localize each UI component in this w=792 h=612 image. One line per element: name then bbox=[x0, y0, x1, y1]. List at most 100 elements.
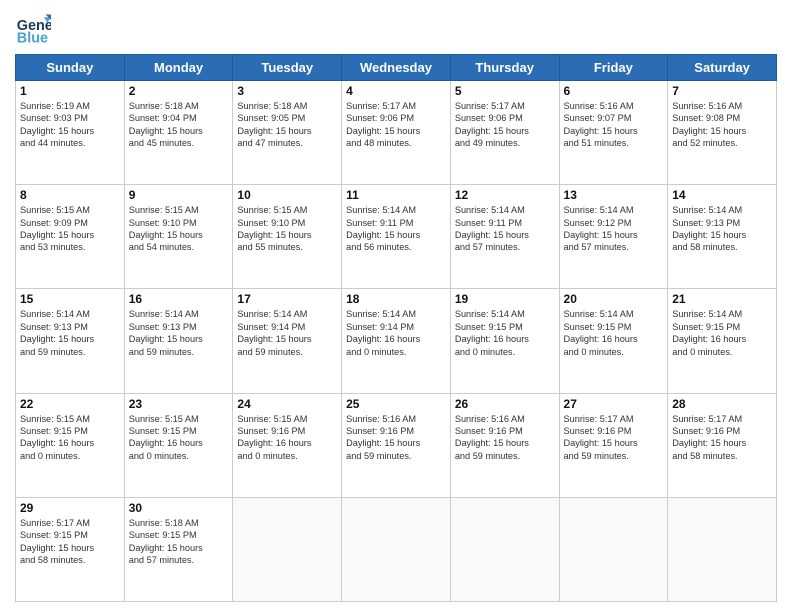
day-number: 22 bbox=[20, 397, 120, 411]
calendar-cell: 7Sunrise: 5:16 AMSunset: 9:08 PMDaylight… bbox=[668, 81, 777, 185]
cell-content: Sunrise: 5:17 AMSunset: 9:06 PMDaylight:… bbox=[455, 100, 555, 150]
calendar-cell: 11 Sunrise: 5:14 AMSunset: 9:11 PMDayligh… bbox=[342, 185, 451, 289]
week-row-4: 29Sunrise: 5:17 AMSunset: 9:15 PMDayligh… bbox=[16, 497, 777, 601]
day-number: 19 bbox=[455, 292, 555, 306]
page: General Blue SundayMondayTuesdayWednesda… bbox=[0, 0, 792, 612]
day-number: 12 bbox=[455, 188, 555, 202]
calendar-cell: 26 Sunrise: 5:16 AMSunset: 9:16 PMDayligh… bbox=[450, 393, 559, 497]
calendar-table: SundayMondayTuesdayWednesdayThursdayFrid… bbox=[15, 54, 777, 602]
calendar-cell: 21 Sunrise: 5:14 AMSunset: 9:15 PMDayligh… bbox=[668, 289, 777, 393]
header-thursday: Thursday bbox=[450, 55, 559, 81]
day-number: 25 bbox=[346, 397, 446, 411]
calendar-cell: 24 Sunrise: 5:15 AMSunset: 9:16 PMDayligh… bbox=[233, 393, 342, 497]
cell-content: Sunrise: 5:15 AMSunset: 9:16 PMDaylight:… bbox=[237, 413, 337, 463]
header-saturday: Saturday bbox=[668, 55, 777, 81]
day-number: 21 bbox=[672, 292, 772, 306]
cell-content: Sunrise: 5:14 AMSunset: 9:12 PMDaylight:… bbox=[564, 204, 664, 254]
day-number: 30 bbox=[129, 501, 229, 515]
cell-content: Sunrise: 5:14 AMSunset: 9:14 PMDaylight:… bbox=[237, 308, 337, 358]
cell-content: Sunrise: 5:17 AMSunset: 9:15 PMDaylight:… bbox=[20, 517, 120, 567]
cell-content: Sunrise: 5:18 AMSunset: 9:15 PMDaylight:… bbox=[129, 517, 229, 567]
day-number: 16 bbox=[129, 292, 229, 306]
logo: General Blue bbox=[15, 10, 55, 46]
calendar-cell: 1 Sunrise: 5:19 AMSunset: 9:03 PMDaylight… bbox=[16, 81, 125, 185]
cell-content: Sunrise: 5:17 AMSunset: 9:06 PMDaylight:… bbox=[346, 100, 446, 150]
cell-content: Sunrise: 5:14 AMSunset: 9:14 PMDaylight:… bbox=[346, 308, 446, 358]
calendar-cell: 22 Sunrise: 5:15 AMSunset: 9:15 PMDayligh… bbox=[16, 393, 125, 497]
calendar-cell: 16 Sunrise: 5:14 AMSunset: 9:13 PMDayligh… bbox=[124, 289, 233, 393]
calendar-cell: 27Sunrise: 5:17 AMSunset: 9:16 PMDayligh… bbox=[559, 393, 668, 497]
calendar-cell: 18Sunrise: 5:14 AMSunset: 9:14 PMDayligh… bbox=[342, 289, 451, 393]
calendar-cell: 14 Sunrise: 5:14 AMSunset: 9:13 PMDayligh… bbox=[668, 185, 777, 289]
day-number: 10 bbox=[237, 188, 337, 202]
calendar-cell: 5 Sunrise: 5:17 AMSunset: 9:06 PMDaylight… bbox=[450, 81, 559, 185]
calendar-cell: 8 Sunrise: 5:15 AMSunset: 9:09 PMDaylight… bbox=[16, 185, 125, 289]
cell-content: Sunrise: 5:15 AMSunset: 9:09 PMDaylight:… bbox=[20, 204, 120, 254]
cell-content: Sunrise: 5:14 AMSunset: 9:13 PMDaylight:… bbox=[672, 204, 772, 254]
header-sunday: Sunday bbox=[16, 55, 125, 81]
calendar-cell: 6Sunrise: 5:16 AMSunset: 9:07 PMDaylight… bbox=[559, 81, 668, 185]
cell-content: Sunrise: 5:14 AMSunset: 9:11 PMDaylight:… bbox=[346, 204, 446, 254]
calendar-cell: 25 Sunrise: 5:16 AMSunset: 9:16 PMDayligh… bbox=[342, 393, 451, 497]
cell-content: Sunrise: 5:17 AMSunset: 9:16 PMDaylight:… bbox=[564, 413, 664, 463]
cell-content: Sunrise: 5:15 AMSunset: 9:10 PMDaylight:… bbox=[129, 204, 229, 254]
cell-content: Sunrise: 5:14 AMSunset: 9:15 PMDaylight:… bbox=[564, 308, 664, 358]
calendar-cell: 20 Sunrise: 5:14 AMSunset: 9:15 PMDayligh… bbox=[559, 289, 668, 393]
cell-content: Sunrise: 5:15 AMSunset: 9:15 PMDaylight:… bbox=[129, 413, 229, 463]
cell-content: Sunrise: 5:14 AMSunset: 9:13 PMDaylight:… bbox=[20, 308, 120, 358]
day-number: 8 bbox=[20, 188, 120, 202]
day-number: 2 bbox=[129, 84, 229, 98]
calendar-cell: 15 Sunrise: 5:14 AMSunset: 9:13 PMDayligh… bbox=[16, 289, 125, 393]
calendar-cell bbox=[450, 497, 559, 601]
calendar-cell: 9Sunrise: 5:15 AMSunset: 9:10 PMDaylight… bbox=[124, 185, 233, 289]
calendar-cell: 28 Sunrise: 5:17 AMSunset: 9:16 PMDayligh… bbox=[668, 393, 777, 497]
header-friday: Friday bbox=[559, 55, 668, 81]
week-row-1: 8 Sunrise: 5:15 AMSunset: 9:09 PMDaylight… bbox=[16, 185, 777, 289]
cell-content: Sunrise: 5:16 AMSunset: 9:16 PMDaylight:… bbox=[455, 413, 555, 463]
day-number: 14 bbox=[672, 188, 772, 202]
calendar-cell bbox=[668, 497, 777, 601]
day-number: 1 bbox=[20, 84, 120, 98]
calendar-cell bbox=[233, 497, 342, 601]
calendar-cell: 2 Sunrise: 5:18 AMSunset: 9:04 PMDaylight… bbox=[124, 81, 233, 185]
cell-content: Sunrise: 5:14 AMSunset: 9:11 PMDaylight:… bbox=[455, 204, 555, 254]
header: General Blue bbox=[15, 10, 777, 46]
day-number: 4 bbox=[346, 84, 446, 98]
calendar-cell bbox=[342, 497, 451, 601]
calendar-cell: 17 Sunrise: 5:14 AMSunset: 9:14 PMDayligh… bbox=[233, 289, 342, 393]
day-number: 28 bbox=[672, 397, 772, 411]
day-number: 26 bbox=[455, 397, 555, 411]
cell-content: Sunrise: 5:15 AMSunset: 9:15 PMDaylight:… bbox=[20, 413, 120, 463]
cell-content: Sunrise: 5:18 AMSunset: 9:04 PMDaylight:… bbox=[129, 100, 229, 150]
cell-content: Sunrise: 5:14 AMSunset: 9:15 PMDaylight:… bbox=[672, 308, 772, 358]
day-number: 15 bbox=[20, 292, 120, 306]
calendar-cell bbox=[559, 497, 668, 601]
calendar-cell: 19 Sunrise: 5:14 AMSunset: 9:15 PMDayligh… bbox=[450, 289, 559, 393]
day-number: 17 bbox=[237, 292, 337, 306]
calendar-cell: 30 Sunrise: 5:18 AMSunset: 9:15 PMDayligh… bbox=[124, 497, 233, 601]
calendar-cell: 3 Sunrise: 5:18 AMSunset: 9:05 PMDaylight… bbox=[233, 81, 342, 185]
logo-icon: General Blue bbox=[15, 10, 51, 46]
cell-content: Sunrise: 5:16 AMSunset: 9:16 PMDaylight:… bbox=[346, 413, 446, 463]
day-number: 23 bbox=[129, 397, 229, 411]
cell-content: Sunrise: 5:18 AMSunset: 9:05 PMDaylight:… bbox=[237, 100, 337, 150]
day-number: 6 bbox=[564, 84, 664, 98]
calendar-cell: 12 Sunrise: 5:14 AMSunset: 9:11 PMDayligh… bbox=[450, 185, 559, 289]
cell-content: Sunrise: 5:17 AMSunset: 9:16 PMDaylight:… bbox=[672, 413, 772, 463]
day-number: 20 bbox=[564, 292, 664, 306]
week-row-0: 1 Sunrise: 5:19 AMSunset: 9:03 PMDaylight… bbox=[16, 81, 777, 185]
header-monday: Monday bbox=[124, 55, 233, 81]
cell-content: Sunrise: 5:14 AMSunset: 9:15 PMDaylight:… bbox=[455, 308, 555, 358]
calendar-header-row: SundayMondayTuesdayWednesdayThursdayFrid… bbox=[16, 55, 777, 81]
cell-content: Sunrise: 5:15 AMSunset: 9:10 PMDaylight:… bbox=[237, 204, 337, 254]
week-row-2: 15 Sunrise: 5:14 AMSunset: 9:13 PMDayligh… bbox=[16, 289, 777, 393]
cell-content: Sunrise: 5:19 AMSunset: 9:03 PMDaylight:… bbox=[20, 100, 120, 150]
day-number: 24 bbox=[237, 397, 337, 411]
day-number: 3 bbox=[237, 84, 337, 98]
cell-content: Sunrise: 5:14 AMSunset: 9:13 PMDaylight:… bbox=[129, 308, 229, 358]
day-number: 5 bbox=[455, 84, 555, 98]
calendar-cell: 29Sunrise: 5:17 AMSunset: 9:15 PMDayligh… bbox=[16, 497, 125, 601]
day-number: 11 bbox=[346, 188, 446, 202]
day-number: 13 bbox=[564, 188, 664, 202]
calendar-cell: 23 Sunrise: 5:15 AMSunset: 9:15 PMDayligh… bbox=[124, 393, 233, 497]
